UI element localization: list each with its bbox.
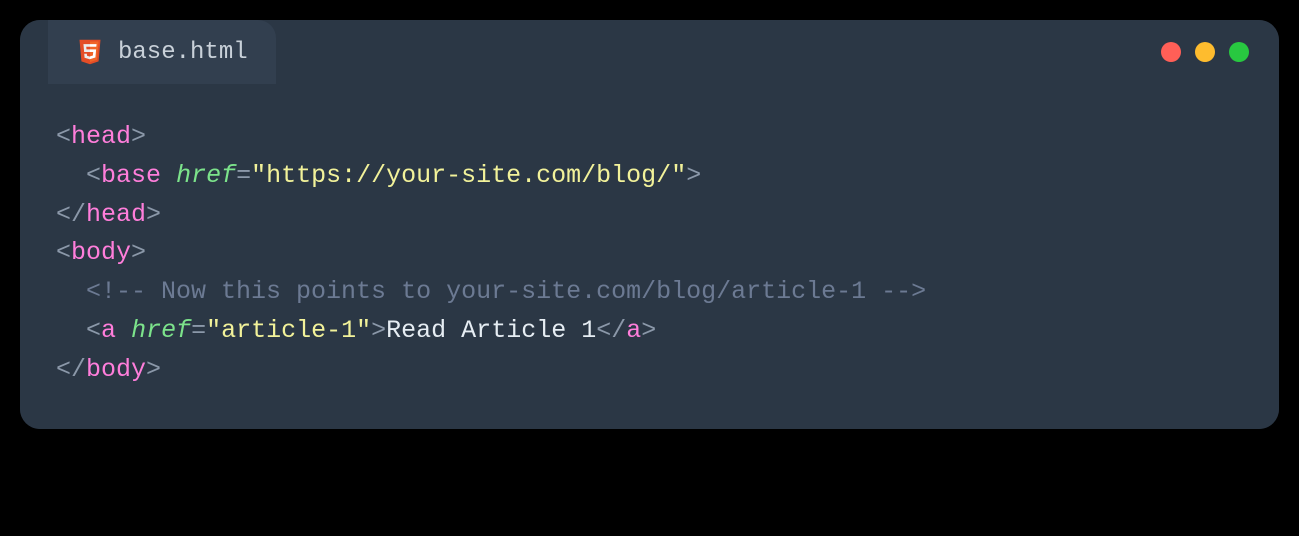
html5-icon	[76, 38, 104, 66]
code-line: <!-- Now this points to your-site.com/bl…	[56, 273, 1243, 312]
editor-window: base.html <head> <base href="https://you…	[20, 20, 1279, 429]
code-line: <body>	[56, 234, 1243, 273]
window-controls	[1161, 42, 1249, 62]
code-line: <head>	[56, 118, 1243, 157]
minimize-icon[interactable]	[1195, 42, 1215, 62]
code-editor[interactable]: <head> <base href="https://your-site.com…	[20, 84, 1279, 429]
titlebar: base.html	[20, 20, 1279, 84]
code-line: </body>	[56, 351, 1243, 390]
file-tab[interactable]: base.html	[48, 20, 276, 84]
code-line: </head>	[56, 196, 1243, 235]
maximize-icon[interactable]	[1229, 42, 1249, 62]
code-line: <a href="article-1">Read Article 1</a>	[56, 312, 1243, 351]
tab-filename: base.html	[118, 39, 248, 66]
code-line: <base href="https://your-site.com/blog/"…	[56, 157, 1243, 196]
close-icon[interactable]	[1161, 42, 1181, 62]
